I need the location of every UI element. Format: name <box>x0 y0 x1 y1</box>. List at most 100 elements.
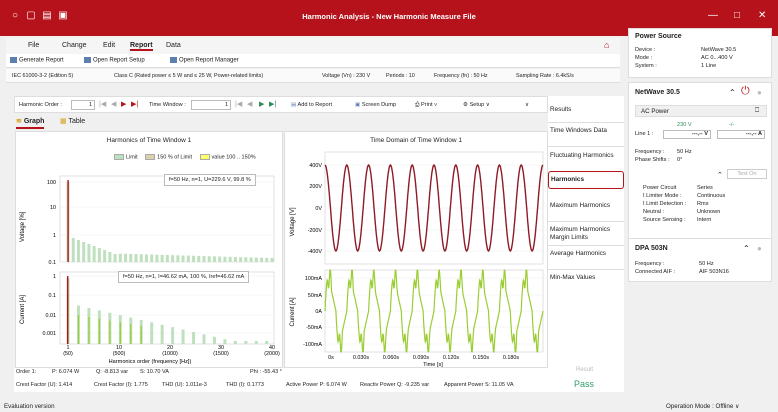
time-window-input[interactable]: 1 <box>191 100 231 110</box>
last-order-icon[interactable]: ▶| <box>131 100 138 108</box>
setup-button[interactable]: ⚙ Setup ∨ <box>463 102 490 108</box>
voltage-harmonic-bar <box>150 254 154 262</box>
open-report-manager-button[interactable]: Open Report Manager <box>170 57 239 64</box>
open-report-setup-label: Open Report Setup <box>93 57 145 64</box>
operation-mode-selector[interactable]: Operation Mode : Offline ∨ <box>666 403 740 410</box>
nav-average-harmonics[interactable]: Average Harmonics <box>550 250 620 258</box>
power-icon[interactable]: ⏻ <box>741 85 750 98</box>
current-axis-label: Current [A] <box>20 295 26 324</box>
graph-toolbar: Harmonic Order : 1 |◀ ◀ ▶ ▶| Time Window… <box>14 96 548 113</box>
ac-power-toggle-icon[interactable]: ⎕ <box>755 107 759 115</box>
nav-divider <box>548 269 624 270</box>
menu-change[interactable]: Change <box>62 42 87 49</box>
more-dropdown-icon[interactable]: ∨ <box>525 102 529 108</box>
result-pass: Pass <box>574 379 595 389</box>
current-harmonic-bar <box>181 329 185 344</box>
voltage-harmonic-bar <box>165 255 169 262</box>
voltage-harmonic-bar <box>160 254 164 262</box>
system-label: System : <box>635 63 657 69</box>
dpa-collapse-icon[interactable]: ⌃ <box>743 244 750 253</box>
current-tick-label: 0.01 <box>46 313 57 319</box>
screen-dump-label: Screen Dump <box>361 102 397 108</box>
menu-data[interactable]: Data <box>166 42 181 49</box>
first-order-icon[interactable]: |◀ <box>99 100 106 108</box>
harmonic-frequency-tick: (50) <box>63 351 73 357</box>
current-bars <box>66 276 269 344</box>
print-button[interactable]: ⎙ Print ∨ <box>415 102 437 109</box>
td-voltage-axis-label: Voltage [V] <box>290 207 296 236</box>
minimize-icon[interactable]: — <box>708 10 718 21</box>
menu-file[interactable]: File <box>28 42 39 49</box>
td-current-tick: 0A <box>315 309 322 315</box>
current-harmonic-bar <box>265 341 269 344</box>
td-time-tick: 0.060s <box>383 355 399 361</box>
current-harmonic-bar <box>233 341 237 344</box>
mode-label: Mode : <box>635 55 653 61</box>
td-current-tick: 100mA <box>305 276 322 282</box>
line1-current-readout: ---,-- A <box>717 130 765 139</box>
next-order-icon[interactable]: ▶ <box>121 100 126 108</box>
current-tick-label: 1 <box>53 274 56 280</box>
voltage-harmonic-bar <box>155 254 159 262</box>
tab-graph-label: Graph <box>23 118 45 125</box>
voltage-tick-label: 100 <box>47 180 56 186</box>
screen-dump-button[interactable]: ▣ Screen Dump <box>355 102 396 108</box>
nav-maximum-harmonics[interactable]: Maximum Harmonics <box>550 202 620 210</box>
test-collapse-icon[interactable]: ⌃ <box>717 171 723 179</box>
test-on-button[interactable]: Test On <box>727 169 767 179</box>
nav-fluctuating-harmonics[interactable]: Fluctuating Harmonics <box>550 152 620 160</box>
play-window-icon[interactable]: ▶ <box>259 100 264 108</box>
prev-order-icon[interactable]: ◀ <box>111 100 116 108</box>
connected-aif-value: AIF 503N16 <box>699 269 729 275</box>
open-report-setup-button[interactable]: Open Report Setup <box>84 57 145 64</box>
table-icon: ▦ <box>60 118 67 125</box>
current-value-bar <box>98 318 100 344</box>
nav-min-max-values[interactable]: Min-Max Values <box>550 274 620 282</box>
ac-power-label: AC Power <box>641 108 669 115</box>
menu-edit[interactable]: Edit <box>103 42 115 49</box>
tab-graph[interactable]: ≋ Graph <box>16 117 45 129</box>
line1-voltage-readout: ---,-- V <box>663 130 711 139</box>
last-window-icon[interactable]: ▶| <box>269 100 276 108</box>
window-title: Harmonic Analysis - New Harmonic Measure… <box>302 12 476 21</box>
td-time-tick: 0s <box>328 355 334 361</box>
source-sensing-label: Source Sensing : <box>643 217 686 223</box>
tab-table[interactable]: ▦ Table <box>60 117 85 125</box>
phase-shift-value: 0° <box>677 157 683 163</box>
voltage-harmonic-bar <box>233 256 237 262</box>
current-harmonic-bar <box>160 324 164 344</box>
voltage-harmonic-bar <box>260 257 264 262</box>
ilimiter-value: Continuous <box>697 193 726 199</box>
collapse-icon[interactable]: ⌃ <box>729 88 736 97</box>
generate-report-button[interactable]: Generate Report <box>10 57 64 64</box>
home-icon[interactable]: ⌂ <box>604 40 609 50</box>
current-harmonic-bar <box>244 341 248 344</box>
harmonic-order-input[interactable]: 1 <box>71 100 95 110</box>
prev-window-icon[interactable]: ◀ <box>247 100 252 108</box>
nav-time-windows-data[interactable]: Time Windows Data <box>550 127 620 135</box>
add-to-report-button[interactable]: ▤ Add to Report <box>291 102 332 108</box>
voltage-harmonic-bar <box>97 248 101 262</box>
nav-results[interactable]: Results <box>550 106 620 114</box>
voltage-harmonic-bar <box>265 257 269 262</box>
harmonic-order-label: Harmonic Order : <box>19 102 62 108</box>
order-q: Q: -8.813 var <box>96 369 129 375</box>
maximize-icon[interactable]: □ <box>734 10 740 21</box>
nav-harmonics[interactable]: Harmonics <box>548 171 624 189</box>
current-tick-label: 0.001 <box>43 331 57 337</box>
nav-max-harmonics-margin[interactable]: Maximum Harmonics Margin Limits <box>550 226 620 242</box>
nw-frequency-value: 50 Hz <box>677 149 692 155</box>
voltage-harmonic-bar <box>192 255 196 262</box>
fundamental-voltage-bar <box>67 180 69 262</box>
voltage-harmonic-bar <box>134 254 138 262</box>
crest-i: Crest Factor (I): 1.775 <box>94 382 148 388</box>
fundamental-current-bar <box>67 276 69 344</box>
close-icon[interactable]: ✕ <box>758 10 766 21</box>
first-window-icon[interactable]: |◀ <box>235 100 242 108</box>
generate-report-label: Generate Report <box>19 57 64 64</box>
menu-report[interactable]: Report <box>130 42 153 51</box>
voltage-harmonic-bar <box>71 238 75 262</box>
voltage-harmonic-bar <box>82 242 86 262</box>
device-label: Device : <box>635 47 656 53</box>
td-voltage-tick: 200V <box>309 184 322 190</box>
